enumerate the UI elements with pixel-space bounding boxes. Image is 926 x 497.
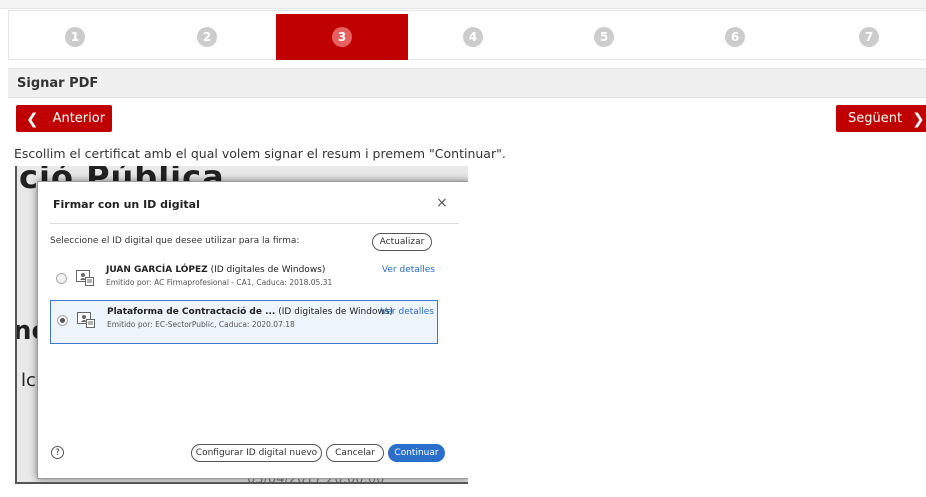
certificate-option-juan-garcia[interactable]: JUAN GARCÍA LÓPEZ (ID digitales de Windo… (50, 259, 438, 299)
continue-button[interactable]: Continuar (388, 444, 445, 462)
step-number: 7 (859, 27, 879, 47)
step-number: 3 (332, 27, 352, 47)
certificate-name: Plataforma de Contractació de ... (ID di… (107, 307, 394, 317)
cancel-button[interactable]: Cancelar (326, 444, 384, 462)
chevron-left-icon: ❮ (26, 109, 39, 128)
wizard-step-3-active[interactable]: 3 (276, 14, 408, 60)
dialog-title: Firmar con un ID digital (53, 198, 200, 211)
step-number: 5 (594, 27, 614, 47)
close-icon[interactable]: × (436, 195, 448, 211)
radio-button-selected[interactable] (57, 315, 68, 326)
view-details-link[interactable]: Ver detalles (381, 307, 434, 317)
wizard-step-7[interactable]: 7 (803, 14, 926, 60)
wizard-step-1[interactable]: 1 (9, 14, 141, 60)
sign-with-digital-id-dialog: Firmar con un ID digital × Seleccione el… (37, 181, 468, 479)
digital-id-icon (77, 312, 95, 328)
wizard-steps: 1 2 3 4 5 6 7 (8, 10, 926, 60)
section-title: Signar PDF (8, 68, 926, 98)
wizard-step-2[interactable]: 2 (141, 14, 273, 60)
step-number: 2 (197, 27, 217, 47)
certificate-name: JUAN GARCÍA LÓPEZ (ID digitales de Windo… (106, 265, 326, 275)
next-button-label: Següent (848, 111, 903, 126)
certificate-issuer: Emitido por: EC-SectorPublic, Caduca: 20… (107, 320, 295, 329)
configure-new-digital-id-button[interactable]: Configurar ID digital nuevo (191, 444, 322, 462)
previous-button-label: Anterior (52, 111, 106, 126)
wizard-step-5[interactable]: 5 (538, 14, 670, 60)
instruction-text: Escollim el certificat amb el qual volem… (14, 146, 506, 161)
next-button[interactable]: Següent ❯ (836, 105, 926, 132)
wizard-step-4[interactable]: 4 (407, 14, 539, 60)
view-details-link[interactable]: Ver detalles (382, 265, 435, 275)
embedded-screenshot: ció Pública nc lc s or 03/04/2017 20:00:… (15, 166, 468, 484)
chevron-right-icon: ❯ (912, 109, 925, 128)
background-text-fragment: lc (21, 370, 36, 391)
step-number: 4 (463, 27, 483, 47)
wizard-step-6[interactable]: 6 (669, 14, 801, 60)
previous-button[interactable]: ❮ Anterior (16, 105, 112, 132)
update-button[interactable]: Actualizar (372, 233, 432, 251)
dialog-prompt: Seleccione el ID digital que desee utili… (50, 236, 300, 246)
help-icon[interactable]: ? (51, 446, 64, 459)
top-strip (0, 0, 926, 9)
certificate-option-plataforma[interactable]: Plataforma de Contractació de ... (ID di… (50, 300, 438, 344)
certificate-issuer: Emitido por: AC Firmaprofesional - CA1, … (106, 278, 333, 287)
digital-id-icon (76, 270, 94, 286)
radio-button[interactable] (56, 273, 67, 284)
step-number: 6 (725, 27, 745, 47)
dialog-divider (50, 223, 459, 224)
step-number: 1 (65, 27, 85, 47)
